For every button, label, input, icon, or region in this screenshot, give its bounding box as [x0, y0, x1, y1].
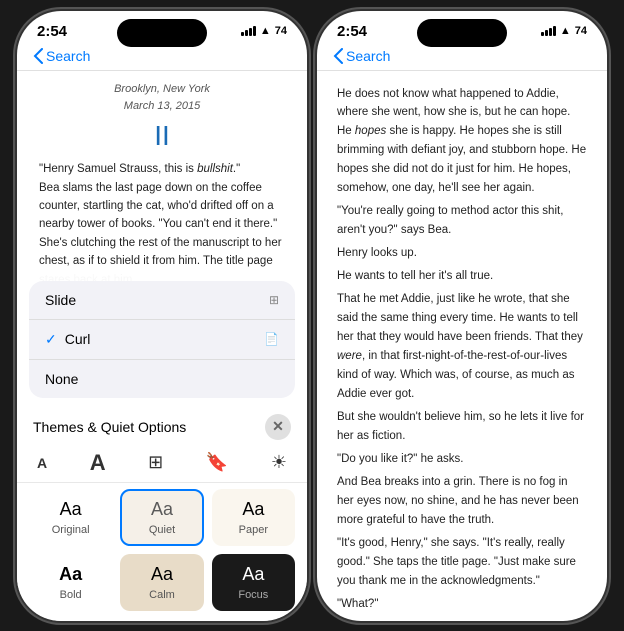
curl-checkmark: ✓ [45, 331, 57, 348]
bookmark-button[interactable]: 🔖 [206, 452, 228, 473]
book-content-right: He does not know what happened to Addie,… [317, 71, 607, 621]
none-label: None [45, 371, 279, 387]
curl-icon: 📄 [264, 332, 279, 346]
brightness-button[interactable]: ☀ [271, 452, 287, 473]
curl-label: Curl [65, 331, 264, 347]
theme-grid: Aa Original Aa Quiet Aa Paper Aa Bold Aa [17, 483, 307, 621]
wifi-icon-right: ▲ [560, 25, 571, 37]
phones-container: 2:54 ▲ 74 Search Brooklyn, New [17, 11, 607, 621]
layout-button[interactable]: ⊞ [148, 452, 163, 473]
theme-name-paper: Paper [239, 524, 268, 536]
theme-card-paper[interactable]: Aa Paper [212, 489, 295, 546]
battery-right: 74 [575, 25, 587, 37]
signal-icon-right [541, 26, 556, 36]
signal-icon [241, 26, 256, 36]
back-button-left[interactable]: Search [33, 48, 90, 64]
theme-preview-original: Aa [60, 499, 82, 520]
nav-bar-right: Search [317, 44, 607, 71]
book-location: Brooklyn, New York [39, 81, 285, 98]
status-icons-left: ▲ 74 [241, 25, 287, 37]
theme-name-quiet: Quiet [149, 524, 175, 536]
transition-slide[interactable]: Slide ⊞ [29, 281, 295, 320]
book-date: March 13, 2015 [39, 98, 285, 115]
reader-toolbar: A A ⊞ 🔖 ☀ [17, 444, 307, 483]
dynamic-island [117, 19, 207, 47]
wifi-icon: ▲ [260, 25, 271, 37]
nav-bar-left: Search [17, 44, 307, 71]
theme-card-original[interactable]: Aa Original [29, 489, 112, 546]
theme-preview-bold: Aa [59, 564, 82, 585]
time-left: 2:54 [37, 23, 67, 40]
theme-card-quiet[interactable]: Aa Quiet [120, 489, 203, 546]
transition-none[interactable]: None [29, 360, 295, 398]
slide-label: Slide [45, 292, 269, 308]
theme-name-calm: Calm [149, 589, 175, 601]
book-chapter: II [39, 119, 285, 153]
book-header: Brooklyn, New York March 13, 2015 II [39, 81, 285, 153]
status-icons-right: ▲ 74 [541, 25, 587, 37]
theme-card-calm[interactable]: Aa Calm [120, 554, 203, 611]
font-increase-button[interactable]: A [90, 450, 106, 476]
theme-name-original: Original [52, 524, 90, 536]
theme-preview-paper: Aa [242, 499, 264, 520]
theme-preview-quiet: Aa [151, 499, 173, 520]
back-label-right: Search [346, 48, 390, 64]
theme-preview-calm: Aa [151, 564, 173, 585]
transition-menu: Slide ⊞ ✓ Curl 📄 None [29, 281, 295, 398]
theme-name-focus: Focus [238, 589, 268, 601]
overlay-panel: Slide ⊞ ✓ Curl 📄 None Themes & Quiet Opt… [17, 273, 307, 621]
themes-header: Themes & Quiet Options ✕ [17, 406, 307, 444]
theme-card-bold[interactable]: Aa Bold [29, 554, 112, 611]
time-right: 2:54 [337, 23, 367, 40]
back-label-left: Search [46, 48, 90, 64]
right-phone: 2:54 ▲ 74 Search He does not know what [317, 11, 607, 621]
battery-left: 74 [275, 25, 287, 37]
transition-curl[interactable]: ✓ Curl 📄 [29, 320, 295, 360]
slide-icon: ⊞ [269, 293, 279, 307]
font-decrease-button[interactable]: A [37, 455, 47, 471]
themes-title: Themes & Quiet Options [33, 419, 186, 435]
close-button[interactable]: ✕ [265, 414, 291, 440]
back-button-right[interactable]: Search [333, 48, 390, 64]
theme-card-focus[interactable]: Aa Focus [212, 554, 295, 611]
theme-preview-focus: Aa [242, 564, 264, 585]
dynamic-island-right [417, 19, 507, 47]
theme-name-bold: Bold [60, 589, 82, 601]
left-phone: 2:54 ▲ 74 Search Brooklyn, New [17, 11, 307, 621]
